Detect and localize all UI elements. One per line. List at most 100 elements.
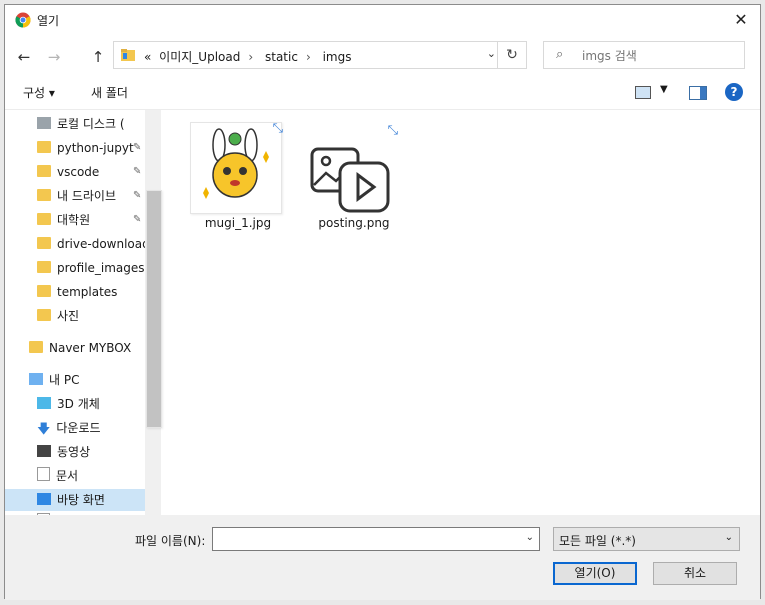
file-item[interactable]: ⤡ mugi_1.jpg — [163, 110, 293, 240]
dialog-footer: 파일 이름(N): ⌄ 모든 파일 (*.*) ⌄ 열기(O) 취소 — [5, 515, 760, 600]
sidebar-item-python-jupyter[interactable]: python-jupyt ✎ — [37, 137, 145, 159]
chevron-down-icon[interactable]: ⌄ — [526, 532, 534, 543]
file-list: ⤡ mugi_1.jpg ⤡ posting.png — [163, 110, 762, 515]
cancel-button[interactable]: 취소 — [653, 562, 737, 585]
chrome-icon — [15, 12, 31, 28]
sidebar-item-graduate-school[interactable]: 대학원 ✎ — [37, 209, 145, 231]
breadcrumb-item[interactable]: 이미지_Upload — [159, 50, 240, 64]
shared-overlay-icon: ⤡ — [387, 123, 398, 138]
navigation-row: ← → ↑ « 이미지_Upload › static › imgs ⌄ ↻ ⌕ — [5, 41, 760, 75]
help-icon[interactable]: ? — [725, 83, 743, 101]
file-item[interactable]: ⤡ posting.png — [279, 110, 409, 240]
file-name: posting.png — [318, 216, 390, 230]
folder-icon — [37, 309, 51, 321]
up-button[interactable]: ↑ — [87, 46, 109, 68]
file-open-dialog: 열기 ✕ ← → ↑ « 이미지_Upload › static › imgs ⌄ … — [4, 4, 762, 600]
title-bar: 열기 ✕ — [5, 5, 760, 35]
breadcrumb-separator: › — [248, 50, 254, 64]
folder-icon — [37, 261, 51, 273]
forward-button[interactable]: → — [43, 46, 65, 68]
sidebar-item-profile-images[interactable]: profile_images — [37, 257, 145, 279]
sidebar-item-this-pc[interactable]: 내 PC — [29, 369, 145, 391]
folder-icon — [37, 237, 51, 249]
sidebar-item-label: Naver MYBOX — [49, 341, 132, 355]
computer-icon — [29, 373, 43, 385]
view-options-icon[interactable] — [635, 86, 651, 99]
sidebar-item-label: 내 PC — [49, 373, 80, 387]
cube-3d-icon — [37, 397, 51, 409]
dialog-title: 열기 — [37, 14, 60, 28]
sidebar-item-templates[interactable]: templates — [37, 281, 145, 303]
document-icon — [37, 467, 50, 481]
chevron-down-icon: ⌄ — [724, 532, 733, 543]
pin-icon: ✎ — [133, 166, 142, 177]
sidebar-item-label: profile_images — [57, 261, 145, 275]
sidebar-item-my-drive[interactable]: 내 드라이브 ✎ — [37, 185, 145, 207]
sidebar-item-label: vscode — [57, 165, 100, 179]
breadcrumb-item[interactable]: imgs — [323, 50, 352, 64]
download-arrow-icon: 🡇 — [37, 422, 51, 437]
back-button[interactable]: ← — [13, 46, 35, 68]
photo-video-icon — [310, 147, 390, 213]
filename-label: 파일 이름(N): — [135, 534, 206, 548]
breadcrumb-separator: › — [305, 50, 311, 64]
organize-menu-button[interactable]: 구성 ▾ — [23, 84, 55, 101]
sidebar-item-desktop[interactable]: 바탕 화면 — [5, 489, 145, 511]
chevron-down-icon[interactable]: ⌄ — [487, 47, 496, 60]
address-bar[interactable]: « 이미지_Upload › static › imgs ⌄ ↻ — [113, 41, 527, 69]
sidebar-item-documents[interactable]: 문서 — [37, 465, 145, 487]
sidebar-item-vscode[interactable]: vscode ✎ — [37, 161, 145, 183]
filename-combobox[interactable]: ⌄ — [212, 527, 540, 551]
sidebar-item-naver-mybox[interactable]: Naver MYBOX — [29, 337, 145, 359]
sidebar-item-label: templates — [57, 285, 118, 299]
sidebar-item-label: 대학원 — [57, 213, 91, 227]
folder-icon — [37, 213, 51, 225]
sidebar-item-label: 내 드라이브 — [57, 189, 117, 203]
folder-icon — [37, 189, 51, 201]
sidebar-item-label: 문서 — [56, 469, 79, 483]
pin-icon: ✎ — [133, 142, 142, 153]
film-icon — [37, 445, 51, 457]
refresh-button[interactable]: ↻ — [497, 42, 526, 68]
preview-pane-icon[interactable] — [689, 86, 707, 100]
breadcrumb-overflow[interactable]: « — [144, 50, 151, 64]
sidebar-item-videos[interactable]: 동영상 — [37, 441, 145, 463]
search-box[interactable]: ⌕ — [543, 41, 745, 69]
pin-icon: ✎ — [133, 214, 142, 225]
sidebar-item-drive-download[interactable]: drive-download- — [37, 233, 145, 255]
sidebar-item-label: python-jupyt — [57, 141, 134, 155]
sidebar-item-label: 3D 개체 — [57, 397, 100, 411]
folder-icon — [121, 49, 135, 61]
image-thumbnail: ⤡ — [306, 123, 398, 213]
sidebar-item-label: 동영상 — [57, 445, 91, 459]
file-type-value: 모든 파일 (*.*) — [559, 534, 636, 548]
folder-icon — [37, 165, 51, 177]
sidebar-item-label: drive-download- — [57, 237, 145, 251]
sidebar-item-3d-objects[interactable]: 3D 개체 — [37, 393, 145, 415]
sidebar-item-local-disk[interactable]: 로컬 디스크 ( — [37, 113, 145, 135]
command-bar: 구성 ▾ 새 폴더 ▼ ? — [5, 77, 760, 110]
pin-icon: ✎ — [133, 190, 142, 201]
sidebar-item-label: 다운로드 — [56, 421, 101, 435]
scrollbar-thumb[interactable] — [146, 190, 162, 428]
breadcrumb: « 이미지_Upload › static › imgs — [144, 48, 355, 65]
breadcrumb-item[interactable]: static — [265, 50, 298, 64]
drive-icon — [37, 117, 51, 129]
navigation-pane: 로컬 디스크 ( python-jupyt ✎ vscode ✎ 내 드라이브 … — [5, 110, 145, 515]
search-input[interactable] — [580, 46, 742, 66]
sidebar-item-downloads[interactable]: 🡇 다운로드 — [37, 417, 145, 439]
file-type-select[interactable]: 모든 파일 (*.*) ⌄ — [553, 527, 740, 551]
new-folder-button[interactable]: 새 폴더 — [91, 84, 128, 101]
sidebar-item-photos[interactable]: 사진 — [37, 305, 145, 327]
folder-icon — [29, 341, 43, 353]
sidebar-item-label: 로컬 디스크 ( — [57, 117, 125, 131]
character-image — [203, 128, 269, 199]
close-button[interactable]: ✕ — [730, 9, 752, 31]
sidebar-item-label: 사진 — [57, 309, 80, 323]
folder-icon — [37, 285, 51, 297]
view-dropdown-icon[interactable]: ▼ — [660, 84, 668, 95]
search-icon: ⌕ — [556, 47, 564, 62]
image-thumbnail: ⤡ — [190, 121, 283, 214]
navigation-scrollbar[interactable] — [145, 110, 162, 515]
open-button[interactable]: 열기(O) — [553, 562, 637, 585]
